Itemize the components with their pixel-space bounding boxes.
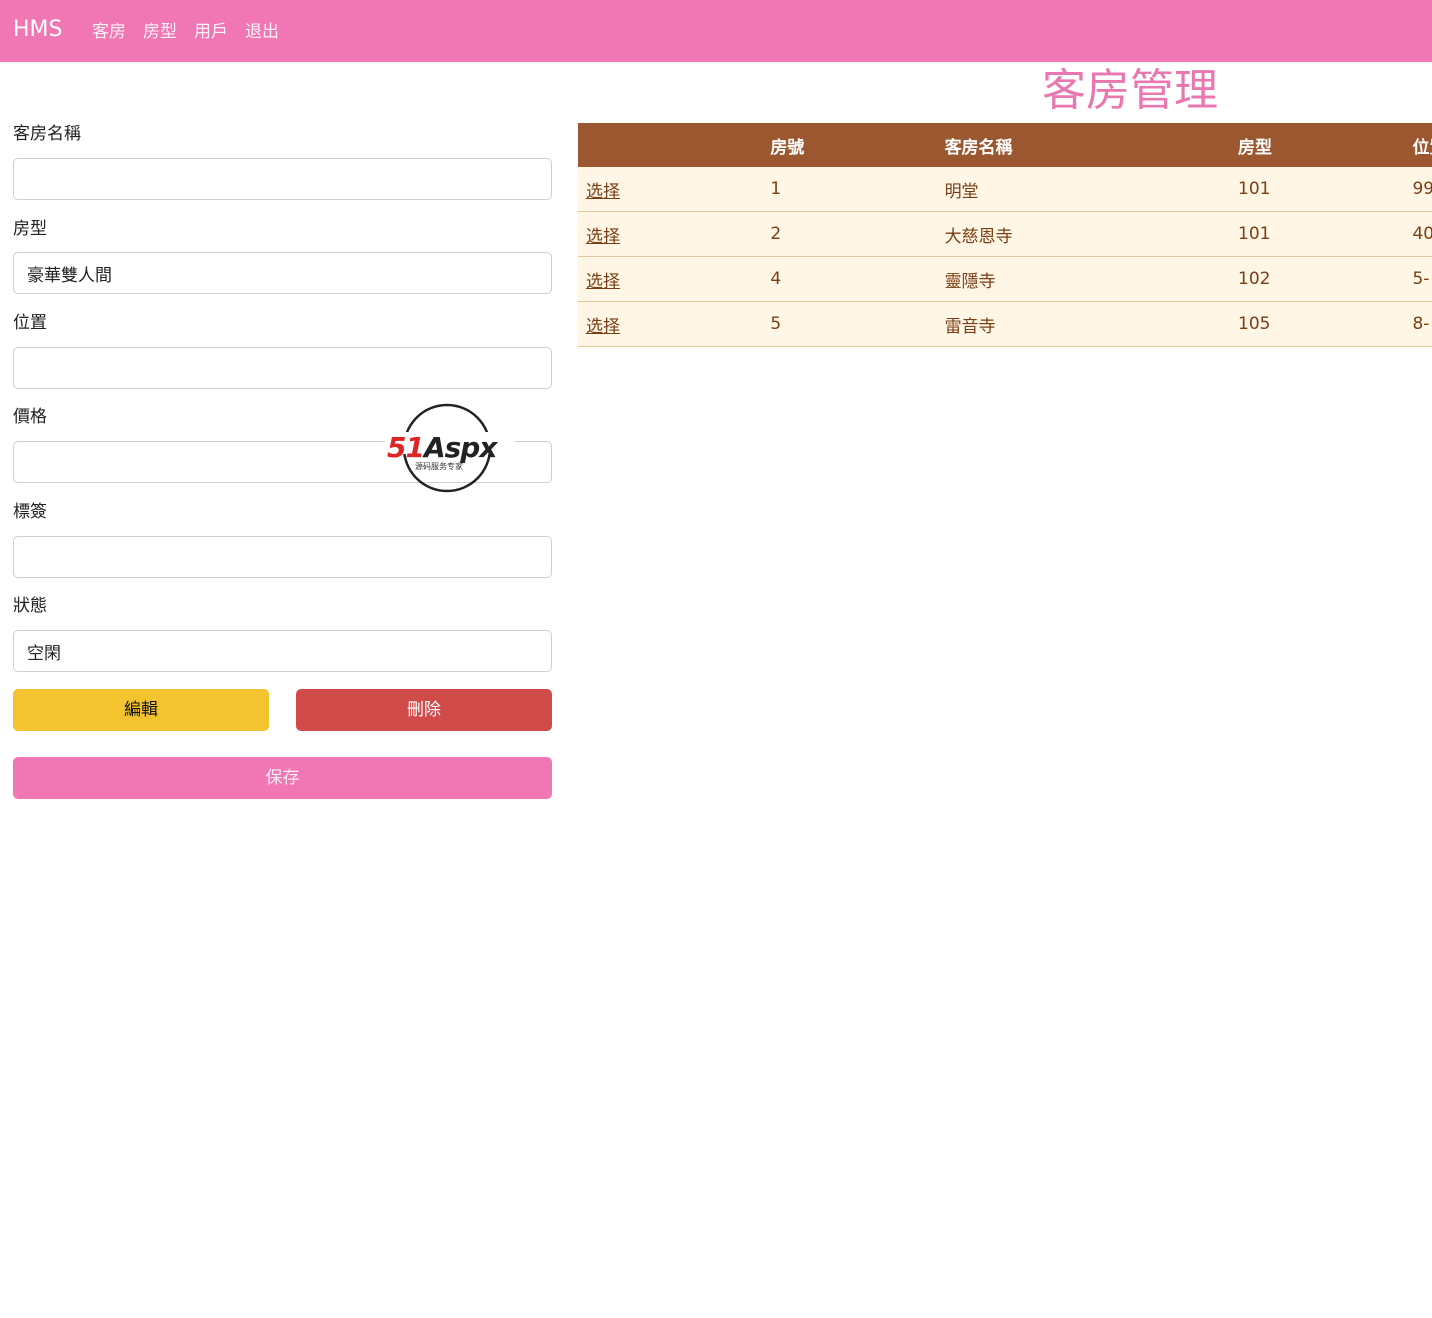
save-button[interactable]: 保存 [13, 757, 552, 799]
nav-link-logout[interactable]: 退出 [245, 20, 279, 44]
location-label: 位置 [13, 313, 47, 333]
cell-location: 5- [1412, 256, 1432, 302]
header-action [578, 123, 771, 167]
status-input[interactable] [13, 630, 552, 672]
room-name-input[interactable] [13, 158, 552, 200]
nav-link-users[interactable]: 用戶 [194, 20, 228, 44]
cell-room-no: 2 [770, 211, 945, 257]
watermark-logo: 51Aspx 源码服务专家 [385, 402, 515, 494]
table-row: 选择 4 靈隱寺 102 5- [578, 256, 1432, 302]
page-title: 客房管理 [1042, 65, 1218, 116]
watermark-badge-icon: 51Aspx 源码服务专家 [385, 403, 515, 493]
rooms-table-container: 房號 客房名稱 房型 位置 选择 1 明堂 101 99 选择 2 大慈恩寺 1… [578, 123, 1432, 347]
field-location: 位置 [13, 311, 552, 389]
brand-logo[interactable]: HMS [13, 15, 63, 45]
cell-room-name: 雷音寺 [944, 301, 1239, 347]
tags-input[interactable] [13, 536, 552, 578]
cell-location: 99 [1412, 167, 1432, 212]
table-header-row: 房號 客房名稱 房型 位置 [578, 123, 1432, 167]
cell-room-name: 明堂 [944, 167, 1239, 212]
rooms-table: 房號 客房名稱 房型 位置 选择 1 明堂 101 99 选择 2 大慈恩寺 1… [578, 123, 1432, 347]
table-row: 选择 2 大慈恩寺 101 40 [578, 211, 1432, 257]
cell-room-type: 102 [1238, 256, 1413, 302]
room-type-input[interactable] [13, 252, 552, 294]
cell-location: 40 [1412, 211, 1432, 257]
table-row: 选择 5 雷音寺 105 8- [578, 301, 1432, 347]
field-tags: 標簽 [13, 500, 552, 578]
header-room-name[interactable]: 客房名稱 [944, 123, 1239, 167]
cell-room-no: 4 [770, 256, 945, 302]
watermark-tagline: 源码服务专家 [415, 461, 463, 471]
select-link[interactable]: 选择 [586, 227, 620, 247]
header-room-no[interactable]: 房號 [770, 123, 945, 167]
nav-link-rooms[interactable]: 客房 [92, 20, 126, 44]
room-type-label: 房型 [13, 219, 47, 239]
cell-location: 8- [1412, 301, 1432, 347]
select-link[interactable]: 选择 [586, 272, 620, 292]
delete-button[interactable]: 刪除 [296, 689, 552, 731]
cell-room-type: 105 [1238, 301, 1413, 347]
cell-room-no: 1 [770, 167, 945, 212]
room-name-label: 客房名稱 [13, 124, 81, 144]
edit-button[interactable]: 編輯 [13, 689, 269, 731]
header-room-type[interactable]: 房型 [1238, 123, 1413, 167]
cell-room-no: 5 [770, 301, 945, 347]
nav-link-room-types[interactable]: 房型 [143, 20, 177, 44]
cell-room-name: 靈隱寺 [944, 256, 1239, 302]
cell-room-type: 101 [1238, 211, 1413, 257]
location-input[interactable] [13, 347, 552, 389]
select-link[interactable]: 选择 [586, 182, 620, 202]
svg-text:51Aspx: 51Aspx [387, 431, 498, 464]
select-link[interactable]: 选择 [586, 317, 620, 337]
field-room-name: 客房名稱 [13, 122, 552, 200]
cell-room-name: 大慈恩寺 [944, 211, 1239, 257]
nav-links: 客房 房型 用戶 退出 [92, 20, 279, 44]
cell-room-type: 101 [1238, 167, 1413, 212]
table-row: 选择 1 明堂 101 99 [578, 167, 1432, 212]
field-room-type: 房型 [13, 217, 552, 294]
tags-label: 標簽 [13, 502, 47, 522]
header-location[interactable]: 位置 [1412, 123, 1432, 167]
top-navbar: HMS 客房 房型 用戶 退出 [0, 0, 1432, 62]
status-label: 狀態 [13, 596, 47, 616]
field-status: 狀態 [13, 594, 552, 672]
